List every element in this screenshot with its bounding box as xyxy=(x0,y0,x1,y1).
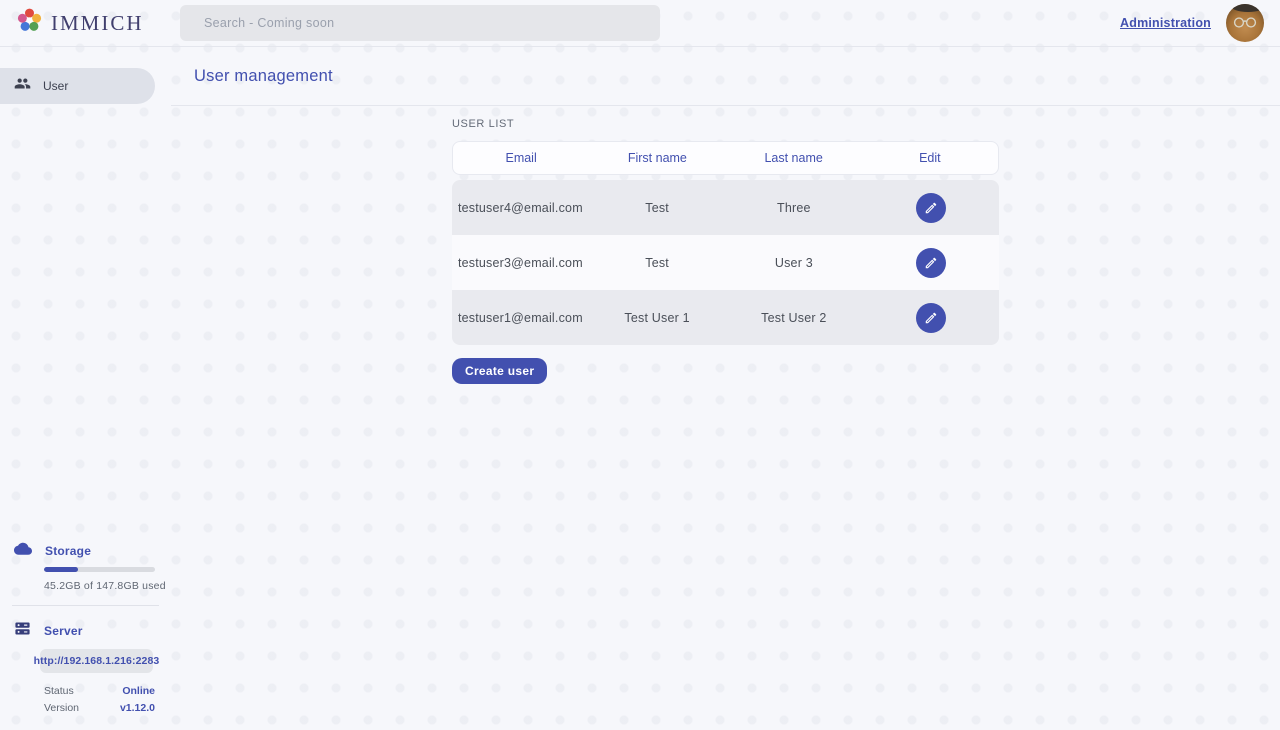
user-table-body: testuser4@email.com Test Three testuser3… xyxy=(452,180,999,345)
cell-first-name: Test xyxy=(589,256,726,270)
pencil-icon xyxy=(924,201,938,215)
cell-email: testuser1@email.com xyxy=(452,311,589,325)
immich-flower-icon xyxy=(16,7,43,39)
column-header-last-name: Last name xyxy=(726,151,862,165)
cell-last-name: Three xyxy=(726,201,863,215)
table-row: testuser1@email.com Test User 1 Test Use… xyxy=(452,290,999,345)
cell-first-name: Test xyxy=(589,201,726,215)
user-avatar[interactable] xyxy=(1226,4,1264,42)
server-status-value: Online xyxy=(122,685,155,697)
server-version-value: v1.12.0 xyxy=(120,702,155,714)
cell-last-name: Test User 2 xyxy=(726,311,863,325)
cloud-icon xyxy=(14,541,32,560)
column-header-first-name: First name xyxy=(589,151,725,165)
sidebar-footer: Storage 45.2GB of 147.8GB used xyxy=(0,541,171,730)
storage-progress-bar xyxy=(44,567,155,572)
edit-user-button[interactable] xyxy=(916,193,946,223)
column-header-email: Email xyxy=(453,151,589,165)
user-table-header: Email First name Last name Edit xyxy=(452,141,999,175)
page-title-bar: User management xyxy=(171,47,1280,106)
administration-link[interactable]: Administration xyxy=(1120,16,1211,30)
sidebar-divider xyxy=(12,605,159,606)
server-url-chip: http://192.168.1.216:2283 xyxy=(40,649,153,673)
app-title: IMMICH xyxy=(51,11,144,36)
sidebar-item-label: User xyxy=(43,79,68,93)
storage-title: Storage xyxy=(45,544,91,558)
sidebar: User Storage 45.2GB of 147.8GB used xyxy=(0,47,171,730)
page-title: User management xyxy=(194,67,333,86)
cell-last-name: User 3 xyxy=(726,256,863,270)
main-panel: User management USER LIST Email First na… xyxy=(171,47,1280,730)
server-icon xyxy=(14,620,31,642)
section-title: USER LIST xyxy=(452,118,999,130)
app-header: IMMICH Administration xyxy=(0,0,1280,47)
server-status-label: Status xyxy=(44,685,74,697)
pencil-icon xyxy=(924,256,938,270)
cell-email: testuser4@email.com xyxy=(452,201,589,215)
cell-first-name: Test User 1 xyxy=(589,311,726,325)
create-user-button[interactable]: Create user xyxy=(452,358,547,384)
logo[interactable]: IMMICH xyxy=(16,7,180,39)
server-title: Server xyxy=(44,624,83,638)
cell-email: testuser3@email.com xyxy=(452,256,589,270)
glasses-icon xyxy=(1232,17,1258,28)
edit-user-button[interactable] xyxy=(916,248,946,278)
server-version-label: Version xyxy=(44,702,79,714)
table-row: testuser3@email.com Test User 3 xyxy=(452,235,999,290)
storage-progress-fill xyxy=(44,567,78,572)
column-header-edit: Edit xyxy=(862,151,998,165)
sidebar-item-users[interactable]: User xyxy=(0,68,155,104)
pencil-icon xyxy=(924,311,938,325)
group-icon xyxy=(14,75,31,97)
search-input[interactable] xyxy=(180,5,660,41)
storage-usage-text: 45.2GB of 147.8GB used xyxy=(44,580,171,592)
edit-user-button[interactable] xyxy=(916,303,946,333)
table-row: testuser4@email.com Test Three xyxy=(452,180,999,235)
